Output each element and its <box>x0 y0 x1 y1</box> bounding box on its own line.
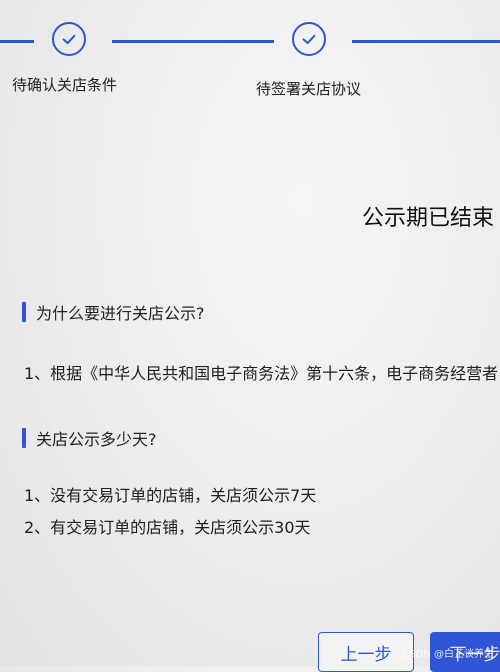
section-paragraph: 1、根据《中华人民共和国电子商务法》第十六条，电子商务经营者自 <box>24 364 500 383</box>
prev-step-button[interactable]: 上一步 <box>318 632 414 672</box>
watermark: CSDN @白芷谈养生 <box>402 649 494 660</box>
stepper-line <box>0 40 34 43</box>
status-title: 公示期已结束 <box>362 206 495 231</box>
check-icon <box>62 34 76 45</box>
progress-stepper: 待确认关店条件 待签署关店协议 <box>0 0 500 110</box>
step-2-label: 待签署关店协议 <box>256 80 362 98</box>
stepper-line <box>112 40 274 43</box>
check-icon <box>302 34 316 45</box>
section-accent-bar <box>22 428 26 448</box>
section-accent-bar <box>22 302 26 322</box>
section-heading-why: 为什么要进行关店公示? <box>22 300 205 324</box>
list-item: 1、没有交易订单的店铺，关店须公示7天 <box>24 486 317 505</box>
step-1-label: 待确认关店条件 <box>12 76 118 94</box>
section-heading-text: 关店公示多少天? <box>36 430 157 449</box>
section-heading-text: 为什么要进行关店公示? <box>36 304 205 323</box>
step-2-check-icon <box>292 22 326 56</box>
section-heading-days: 关店公示多少天? <box>22 426 157 450</box>
list-item: 2、有交易订单的店铺，关店须公示30天 <box>24 518 311 537</box>
step-1-check-icon <box>52 22 86 56</box>
stepper-line <box>352 40 500 43</box>
